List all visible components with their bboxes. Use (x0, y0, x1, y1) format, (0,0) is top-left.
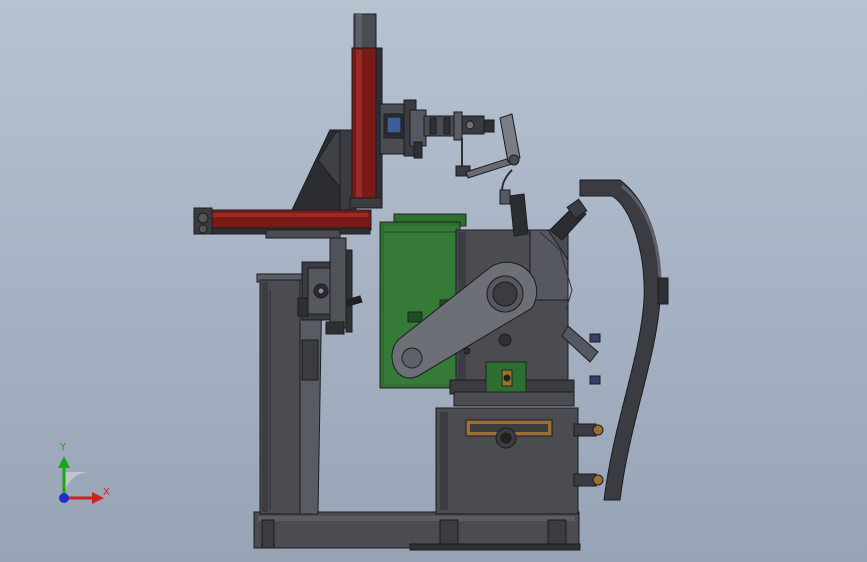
vertical-red-rail[interactable] (349, 13, 383, 209)
base-frame[interactable] (253, 511, 581, 551)
z-axis-origin-icon (59, 493, 69, 503)
top-tool-head[interactable] (379, 99, 495, 177)
clamp-block[interactable] (485, 361, 527, 393)
carriage-assembly[interactable] (297, 237, 363, 335)
machine-side-view-model[interactable] (0, 0, 867, 562)
x-axis-label: X (103, 487, 110, 498)
axis-triad[interactable] (58, 456, 104, 504)
y-axis-arrow-icon (58, 456, 70, 468)
horizontal-red-rail[interactable] (193, 207, 372, 239)
y-axis-label: Y (60, 442, 67, 453)
triangular-bracket[interactable] (291, 129, 357, 211)
lower-pedestal[interactable] (435, 407, 604, 515)
cad-viewport[interactable]: Y X (0, 0, 867, 562)
